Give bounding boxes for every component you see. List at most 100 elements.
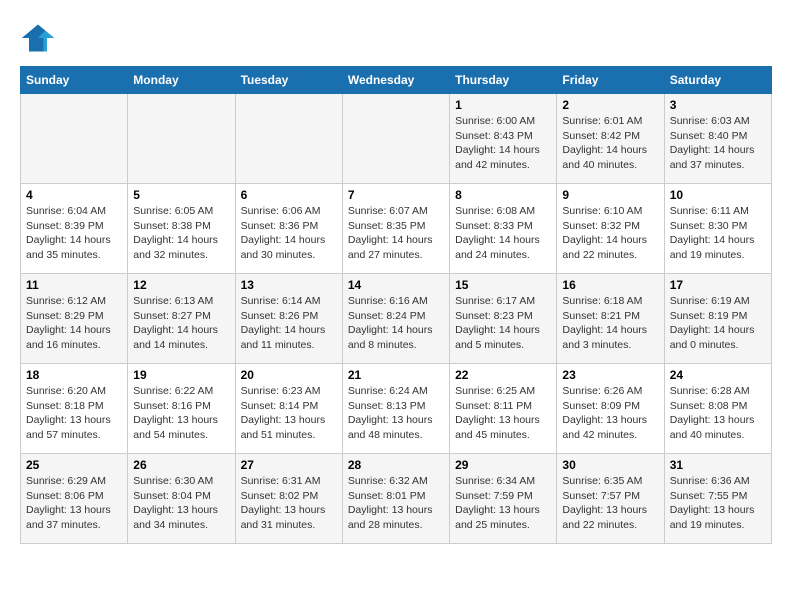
calendar-cell: [342, 94, 449, 184]
calendar-week-row: 25 Sunrise: 6:29 AM Sunset: 8:06 PM Dayli…: [21, 454, 772, 544]
day-number: 26: [133, 458, 229, 472]
header-sunday: Sunday: [21, 67, 128, 94]
day-info: Sunrise: 6:12 AM Sunset: 8:29 PM Dayligh…: [26, 294, 122, 353]
day-number: 12: [133, 278, 229, 292]
day-info: Sunrise: 6:36 AM Sunset: 7:55 PM Dayligh…: [670, 474, 766, 533]
calendar-cell: 12 Sunrise: 6:13 AM Sunset: 8:27 PM Dayli…: [128, 274, 235, 364]
calendar-week-row: 4 Sunrise: 6:04 AM Sunset: 8:39 PM Daylig…: [21, 184, 772, 274]
day-info: Sunrise: 6:20 AM Sunset: 8:18 PM Dayligh…: [26, 384, 122, 443]
calendar-cell: 22 Sunrise: 6:25 AM Sunset: 8:11 PM Dayli…: [450, 364, 557, 454]
day-info: Sunrise: 6:25 AM Sunset: 8:11 PM Dayligh…: [455, 384, 551, 443]
day-number: 23: [562, 368, 658, 382]
day-info: Sunrise: 6:28 AM Sunset: 8:08 PM Dayligh…: [670, 384, 766, 443]
header-tuesday: Tuesday: [235, 67, 342, 94]
day-number: 31: [670, 458, 766, 472]
day-number: 14: [348, 278, 444, 292]
day-info: Sunrise: 6:13 AM Sunset: 8:27 PM Dayligh…: [133, 294, 229, 353]
calendar-week-row: 1 Sunrise: 6:00 AM Sunset: 8:43 PM Daylig…: [21, 94, 772, 184]
calendar-cell: 24 Sunrise: 6:28 AM Sunset: 8:08 PM Dayli…: [664, 364, 771, 454]
day-number: 17: [670, 278, 766, 292]
day-info: Sunrise: 6:34 AM Sunset: 7:59 PM Dayligh…: [455, 474, 551, 533]
day-number: 7: [348, 188, 444, 202]
logo: [20, 20, 60, 56]
day-info: Sunrise: 6:04 AM Sunset: 8:39 PM Dayligh…: [26, 204, 122, 263]
header-friday: Friday: [557, 67, 664, 94]
calendar-cell: 1 Sunrise: 6:00 AM Sunset: 8:43 PM Daylig…: [450, 94, 557, 184]
day-info: Sunrise: 6:10 AM Sunset: 8:32 PM Dayligh…: [562, 204, 658, 263]
calendar-cell: 21Sunrise: 6:24 AM Sunset: 8:13 PM Dayli…: [342, 364, 449, 454]
day-number: 22: [455, 368, 551, 382]
calendar-cell: 4 Sunrise: 6:04 AM Sunset: 8:39 PM Daylig…: [21, 184, 128, 274]
day-number: 16: [562, 278, 658, 292]
calendar-cell: 8Sunrise: 6:08 AM Sunset: 8:33 PM Daylig…: [450, 184, 557, 274]
day-info: Sunrise: 6:35 AM Sunset: 7:57 PM Dayligh…: [562, 474, 658, 533]
header-wednesday: Wednesday: [342, 67, 449, 94]
day-info: Sunrise: 6:14 AM Sunset: 8:26 PM Dayligh…: [241, 294, 337, 353]
day-number: 27: [241, 458, 337, 472]
day-info: Sunrise: 6:29 AM Sunset: 8:06 PM Dayligh…: [26, 474, 122, 533]
day-number: 24: [670, 368, 766, 382]
calendar-cell: 29 Sunrise: 6:34 AM Sunset: 7:59 PM Dayli…: [450, 454, 557, 544]
day-number: 13: [241, 278, 337, 292]
calendar-cell: 27 Sunrise: 6:31 AM Sunset: 8:02 PM Dayli…: [235, 454, 342, 544]
calendar-cell: 16Sunrise: 6:18 AM Sunset: 8:21 PM Dayli…: [557, 274, 664, 364]
calendar-cell: 9 Sunrise: 6:10 AM Sunset: 8:32 PM Daylig…: [557, 184, 664, 274]
calendar-table: SundayMondayTuesdayWednesdayThursdayFrid…: [20, 66, 772, 544]
day-number: 15: [455, 278, 551, 292]
calendar-cell: 2 Sunrise: 6:01 AM Sunset: 8:42 PM Daylig…: [557, 94, 664, 184]
calendar-cell: 19 Sunrise: 6:22 AM Sunset: 8:16 PM Dayli…: [128, 364, 235, 454]
day-number: 3: [670, 98, 766, 112]
day-info: Sunrise: 6:05 AM Sunset: 8:38 PM Dayligh…: [133, 204, 229, 263]
calendar-cell: 14 Sunrise: 6:16 AM Sunset: 8:24 PM Dayli…: [342, 274, 449, 364]
calendar-week-row: 18 Sunrise: 6:20 AM Sunset: 8:18 PM Dayli…: [21, 364, 772, 454]
day-number: 25: [26, 458, 122, 472]
day-number: 2: [562, 98, 658, 112]
calendar-cell: 18 Sunrise: 6:20 AM Sunset: 8:18 PM Dayli…: [21, 364, 128, 454]
header-monday: Monday: [128, 67, 235, 94]
day-number: 4: [26, 188, 122, 202]
day-number: 9: [562, 188, 658, 202]
calendar-cell: 26Sunrise: 6:30 AM Sunset: 8:04 PM Dayli…: [128, 454, 235, 544]
day-number: 1: [455, 98, 551, 112]
day-number: 6: [241, 188, 337, 202]
day-info: Sunrise: 6:01 AM Sunset: 8:42 PM Dayligh…: [562, 114, 658, 173]
calendar-cell: 5 Sunrise: 6:05 AM Sunset: 8:38 PM Daylig…: [128, 184, 235, 274]
day-number: 8: [455, 188, 551, 202]
day-info: Sunrise: 6:03 AM Sunset: 8:40 PM Dayligh…: [670, 114, 766, 173]
calendar-cell: [235, 94, 342, 184]
calendar-cell: [21, 94, 128, 184]
header-saturday: Saturday: [664, 67, 771, 94]
calendar-cell: 23 Sunrise: 6:26 AM Sunset: 8:09 PM Dayli…: [557, 364, 664, 454]
calendar-cell: 28Sunrise: 6:32 AM Sunset: 8:01 PM Dayli…: [342, 454, 449, 544]
calendar-week-row: 11Sunrise: 6:12 AM Sunset: 8:29 PM Dayli…: [21, 274, 772, 364]
calendar-cell: 20 Sunrise: 6:23 AM Sunset: 8:14 PM Dayli…: [235, 364, 342, 454]
calendar-cell: 25 Sunrise: 6:29 AM Sunset: 8:06 PM Dayli…: [21, 454, 128, 544]
day-info: Sunrise: 6:00 AM Sunset: 8:43 PM Dayligh…: [455, 114, 551, 173]
calendar-cell: 10 Sunrise: 6:11 AM Sunset: 8:30 PM Dayli…: [664, 184, 771, 274]
day-number: 20: [241, 368, 337, 382]
day-info: Sunrise: 6:26 AM Sunset: 8:09 PM Dayligh…: [562, 384, 658, 443]
day-info: Sunrise: 6:24 AM Sunset: 8:13 PM Dayligh…: [348, 384, 444, 443]
day-number: 29: [455, 458, 551, 472]
calendar-cell: 17Sunrise: 6:19 AM Sunset: 8:19 PM Dayli…: [664, 274, 771, 364]
day-number: 5: [133, 188, 229, 202]
day-number: 10: [670, 188, 766, 202]
day-info: Sunrise: 6:17 AM Sunset: 8:23 PM Dayligh…: [455, 294, 551, 353]
day-info: Sunrise: 6:06 AM Sunset: 8:36 PM Dayligh…: [241, 204, 337, 263]
calendar-cell: 30Sunrise: 6:35 AM Sunset: 7:57 PM Dayli…: [557, 454, 664, 544]
day-info: Sunrise: 6:16 AM Sunset: 8:24 PM Dayligh…: [348, 294, 444, 353]
day-number: 18: [26, 368, 122, 382]
day-info: Sunrise: 6:32 AM Sunset: 8:01 PM Dayligh…: [348, 474, 444, 533]
calendar-cell: 15 Sunrise: 6:17 AM Sunset: 8:23 PM Dayli…: [450, 274, 557, 364]
calendar-cell: 11Sunrise: 6:12 AM Sunset: 8:29 PM Dayli…: [21, 274, 128, 364]
calendar-cell: 13 Sunrise: 6:14 AM Sunset: 8:26 PM Dayli…: [235, 274, 342, 364]
day-info: Sunrise: 6:22 AM Sunset: 8:16 PM Dayligh…: [133, 384, 229, 443]
calendar-cell: 7Sunrise: 6:07 AM Sunset: 8:35 PM Daylig…: [342, 184, 449, 274]
header-thursday: Thursday: [450, 67, 557, 94]
day-info: Sunrise: 6:23 AM Sunset: 8:14 PM Dayligh…: [241, 384, 337, 443]
day-info: Sunrise: 6:31 AM Sunset: 8:02 PM Dayligh…: [241, 474, 337, 533]
day-number: 19: [133, 368, 229, 382]
calendar-cell: 31 Sunrise: 6:36 AM Sunset: 7:55 PM Dayli…: [664, 454, 771, 544]
calendar-cell: 6 Sunrise: 6:06 AM Sunset: 8:36 PM Daylig…: [235, 184, 342, 274]
day-info: Sunrise: 6:11 AM Sunset: 8:30 PM Dayligh…: [670, 204, 766, 263]
